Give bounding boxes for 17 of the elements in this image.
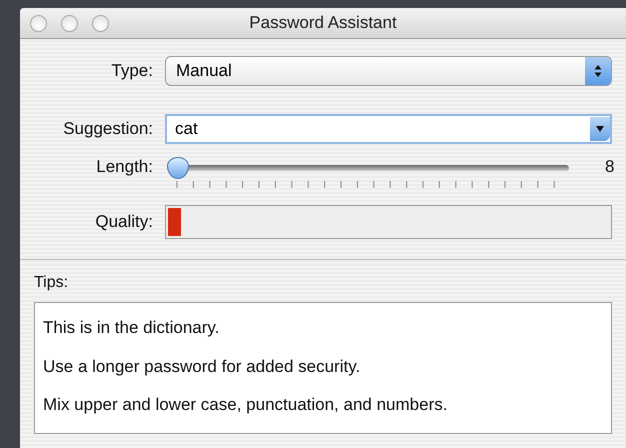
type-dropdown[interactable]: Manual (165, 56, 612, 86)
close-button[interactable] (30, 14, 47, 32)
zoom-button[interactable] (92, 14, 109, 32)
slider-thumb[interactable] (167, 157, 189, 179)
length-label: Length: (95, 156, 154, 177)
tip-text: Use a longer password for added security. (43, 356, 362, 378)
up-down-arrows-icon (585, 57, 611, 85)
tips-label: Tips: (34, 274, 68, 291)
length-value: 8 (605, 156, 614, 177)
suggestion-combo-box[interactable]: cat (165, 114, 612, 144)
tip-text: Mix upper and lower case, punctuation, and numbers. (43, 394, 448, 416)
minimize-button[interactable] (61, 14, 78, 32)
window-title: Password Assistant (249, 13, 397, 33)
type-label: Type: (110, 61, 154, 81)
tip-text: This is in the dictionary. (43, 317, 220, 339)
quality-label: Quality: (94, 212, 154, 232)
suggestion-label: Suggestion: (62, 119, 154, 139)
